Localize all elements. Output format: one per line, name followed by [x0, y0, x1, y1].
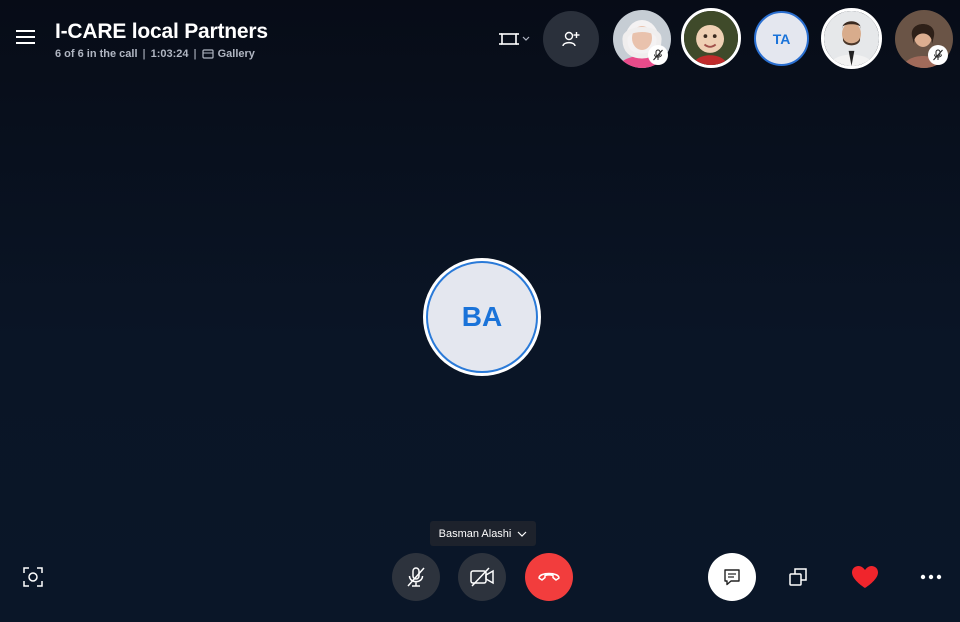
participant-avatar-3[interactable]: TA [754, 11, 809, 66]
view-mode-label: Gallery [217, 48, 255, 60]
chevron-down-icon [517, 531, 527, 537]
call-status: 6 of 6 in the call | 1:03:24 | Gallery [55, 48, 255, 60]
share-screen-button[interactable] [774, 553, 822, 601]
participant-muted-badge [648, 45, 668, 65]
call-title: I-CARE local Partners [55, 20, 268, 43]
heart-icon [852, 566, 878, 588]
snapshot-button[interactable] [9, 553, 57, 601]
end-call-button[interactable] [525, 553, 573, 601]
chevron-down-icon [522, 36, 530, 41]
separator: | [193, 48, 197, 60]
mic-off-icon [407, 567, 425, 587]
participant-photo [684, 11, 738, 65]
speaker-name: Basman Alashi [438, 527, 512, 540]
view-mode-button[interactable]: Gallery [202, 48, 255, 60]
main-speaker-initials: BA [426, 261, 538, 373]
mic-off-icon [653, 49, 663, 61]
participant-avatar-2[interactable] [681, 8, 741, 68]
more-options-button[interactable] [907, 553, 955, 601]
camera-capture-icon [23, 567, 43, 587]
participant-count: 6 of 6 in the call [55, 48, 138, 60]
participant-photo [824, 11, 879, 66]
separator: | [142, 48, 146, 60]
speaker-name-dropdown[interactable]: Basman Alashi [430, 521, 536, 546]
react-button[interactable] [841, 553, 889, 601]
add-person-icon [562, 31, 580, 47]
video-off-icon [470, 567, 494, 587]
chat-button[interactable] [708, 553, 756, 601]
video-button[interactable] [458, 553, 506, 601]
mic-off-icon [933, 49, 943, 61]
gallery-icon [202, 49, 214, 59]
main-speaker-avatar: BA [423, 258, 541, 376]
add-participant-button[interactable] [543, 11, 599, 67]
share-screen-icon [789, 568, 807, 586]
layout-icon [499, 33, 519, 45]
layout-button[interactable] [498, 28, 534, 50]
chat-icon [724, 569, 740, 586]
phone-hangup-icon [538, 572, 560, 581]
participant-muted-badge [928, 45, 948, 65]
mute-button[interactable] [392, 553, 440, 601]
call-duration: 1:03:24 [150, 48, 189, 60]
more-icon [920, 574, 942, 580]
participant-avatar-4[interactable] [821, 8, 882, 69]
menu-button[interactable] [14, 26, 38, 48]
hamburger-icon [16, 30, 35, 32]
